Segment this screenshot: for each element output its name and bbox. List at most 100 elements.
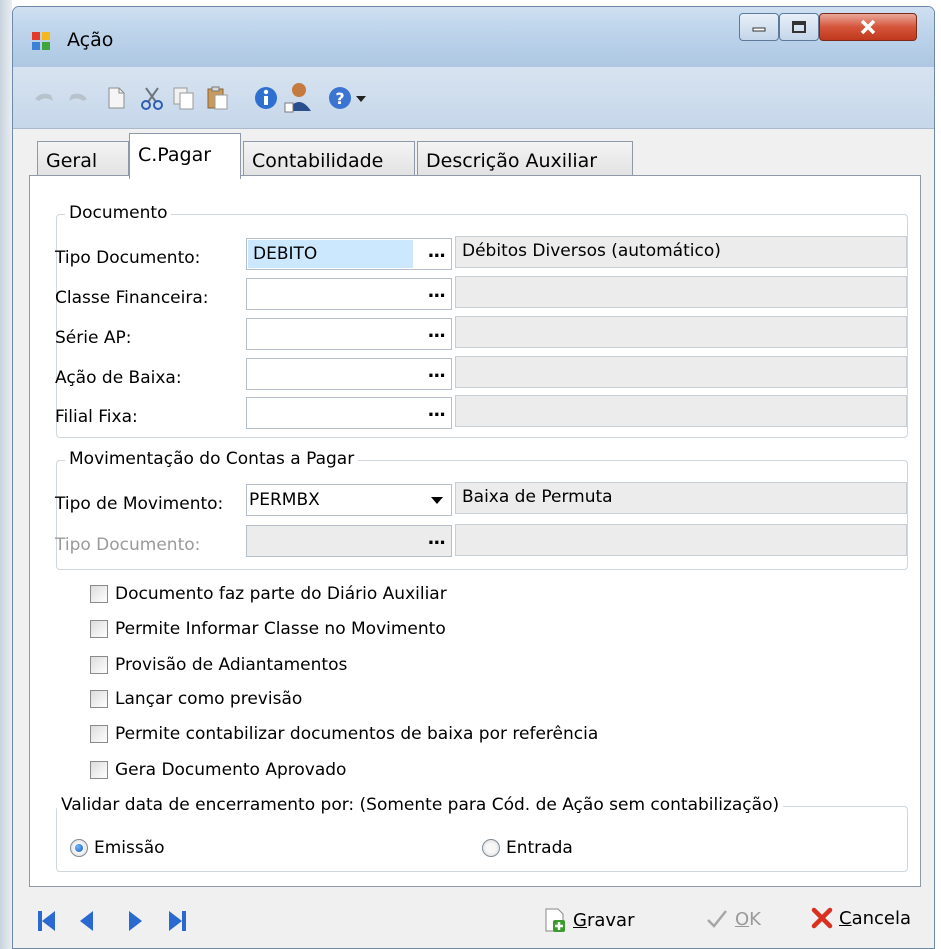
tab-geral[interactable]: Geral <box>37 141 129 177</box>
checkbox-box[interactable] <box>90 656 108 674</box>
validar-legend: Validar data de encerramento por: (Somen… <box>57 795 784 815</box>
tipo-documento-description: Débitos Diversos (automático) <box>455 236 907 268</box>
serie-ap-lookup-button[interactable]: ... <box>427 321 445 342</box>
checkbox-label: Permite contabilizar documentos de baixa… <box>115 724 599 744</box>
checkbox-label: Permite Informar Classe no Movimento <box>115 619 446 639</box>
ok-label: OK <box>735 908 761 930</box>
acao-de-baixa-description <box>455 356 907 388</box>
paste-icon[interactable] <box>205 85 231 111</box>
movimentacao-legend: Movimentação do Contas a Pagar <box>65 449 359 469</box>
checkbox-label: Lançar como previsão <box>115 689 303 709</box>
serie-ap-label: Série AP: <box>55 328 132 348</box>
tipo-movimento-select[interactable]: PERMBX <box>246 484 452 516</box>
checkbox-lancar-previsao[interactable]: Lançar como previsão <box>90 689 302 709</box>
tipo-documento-mov-label: Tipo Documento: <box>55 535 201 555</box>
svg-text:?: ? <box>335 89 344 108</box>
gravar-button[interactable]: Gravar <box>543 907 634 933</box>
classe-financeira-description <box>455 276 907 308</box>
tipo-documento-mov-description <box>455 524 907 556</box>
undo-icon[interactable] <box>31 85 57 111</box>
action-window: Ação ? Geral C.Pagar Contabilidade Descr… <box>12 6 935 949</box>
user-icon[interactable] <box>283 81 313 113</box>
checkbox-label: Provisão de Adiantamentos <box>115 655 348 675</box>
help-dropdown-icon[interactable] <box>355 85 367 111</box>
tab-strip: Geral C.Pagar Contabilidade Descrição Au… <box>13 129 934 179</box>
checkbox-box[interactable] <box>90 620 108 638</box>
next-record-icon[interactable] <box>125 909 145 933</box>
save-document-icon <box>545 908 565 932</box>
radio-emissao[interactable]: Emissão <box>70 838 165 858</box>
info-icon[interactable] <box>253 85 279 111</box>
tab-geral-label: Geral <box>46 150 98 172</box>
tipo-documento-lookup-button[interactable]: ... <box>427 241 445 262</box>
checkbox-contabilizar-referencia[interactable]: Permite contabilizar documentos de baixa… <box>90 724 598 744</box>
tab-descricao-auxiliar[interactable]: Descrição Auxiliar <box>417 141 633 177</box>
filial-fixa-lookup-button[interactable]: ... <box>427 400 445 421</box>
bottom-bar: Gravar OK Cancela <box>13 891 934 948</box>
maximize-button[interactable] <box>779 13 819 41</box>
tipo-documento-field[interactable]: DEBITO ... <box>246 238 452 270</box>
title-bar[interactable]: Ação <box>13 7 934 67</box>
tipo-documento-value: DEBITO <box>253 244 318 264</box>
classe-financeira-label: Classe Financeira: <box>55 288 209 308</box>
checkbox-diario-auxiliar[interactable]: Documento faz parte do Diário Auxiliar <box>90 584 447 604</box>
classe-financeira-field[interactable]: ... <box>246 278 452 310</box>
checkbox-box[interactable] <box>90 690 108 708</box>
previous-record-icon[interactable] <box>77 909 97 933</box>
cancela-label: Cancela <box>839 907 912 929</box>
checkbox-gera-documento-aprovado[interactable]: Gera Documento Aprovado <box>90 760 346 780</box>
tab-c-pagar[interactable]: C.Pagar <box>129 133 241 179</box>
last-record-icon[interactable] <box>167 909 187 933</box>
checkmark-icon <box>707 910 727 928</box>
checkbox-provisao-adiantamentos[interactable]: Provisão de Adiantamentos <box>90 655 347 675</box>
classe-financeira-lookup-button[interactable]: ... <box>427 281 445 302</box>
checkbox-box[interactable] <box>90 761 108 779</box>
radio-entrada[interactable]: Entrada <box>482 838 573 858</box>
acao-de-baixa-lookup-button[interactable]: ... <box>427 361 445 382</box>
redo-icon[interactable] <box>65 85 91 111</box>
cut-icon[interactable] <box>139 85 165 111</box>
filial-fixa-field[interactable]: ... <box>246 397 452 429</box>
documento-legend: Documento <box>65 203 172 223</box>
filial-fixa-label: Filial Fixa: <box>55 407 138 427</box>
radio-label: Entrada <box>506 838 573 858</box>
app-icon <box>32 32 50 50</box>
close-icon <box>860 19 876 35</box>
radio-button[interactable] <box>482 839 500 857</box>
gravar-label: Gravar <box>573 909 635 931</box>
checkbox-label: Documento faz parte do Diário Auxiliar <box>115 584 447 604</box>
ok-button[interactable]: OK <box>705 907 761 931</box>
window-title: Ação <box>67 29 114 51</box>
checkbox-box[interactable] <box>90 585 108 603</box>
new-icon[interactable] <box>103 85 129 111</box>
chevron-down-icon[interactable] <box>431 497 443 504</box>
tipo-movimento-value: PERMBX <box>249 490 320 510</box>
acao-de-baixa-field[interactable]: ... <box>246 358 452 390</box>
close-button[interactable] <box>819 13 917 41</box>
serie-ap-field[interactable]: ... <box>246 318 452 350</box>
radio-button[interactable] <box>70 839 88 857</box>
checkbox-informar-classe[interactable]: Permite Informar Classe no Movimento <box>90 619 446 639</box>
tab-contabilidade-label: Contabilidade <box>252 150 384 172</box>
tab-contabilidade[interactable]: Contabilidade <box>243 141 415 177</box>
serie-ap-description <box>455 316 907 348</box>
first-record-icon[interactable] <box>37 909 57 933</box>
tipo-documento-mov-field: ... <box>246 525 452 557</box>
copy-icon[interactable] <box>171 85 197 111</box>
help-icon[interactable]: ? <box>327 85 353 111</box>
acao-de-baixa-label: Ação de Baixa: <box>55 368 182 388</box>
filial-fixa-description <box>455 395 907 427</box>
radio-label: Emissão <box>94 838 165 858</box>
checkbox-box[interactable] <box>90 725 108 743</box>
minimize-icon <box>752 27 766 32</box>
tipo-documento-mov-lookup-button: ... <box>427 528 445 549</box>
maximize-icon <box>792 21 806 33</box>
cancel-x-icon <box>811 907 833 929</box>
tipo-movimento-description: Baixa de Permuta <box>455 482 907 514</box>
minimize-button[interactable] <box>739 13 779 41</box>
c-pagar-panel: Documento Tipo Documento: DEBITO ... Déb… <box>29 175 921 887</box>
tab-descricao-auxiliar-label: Descrição Auxiliar <box>426 150 598 172</box>
desktop-edge <box>0 0 12 949</box>
cancela-button[interactable]: Cancela <box>811 907 911 929</box>
toolbar: ? <box>13 67 934 129</box>
